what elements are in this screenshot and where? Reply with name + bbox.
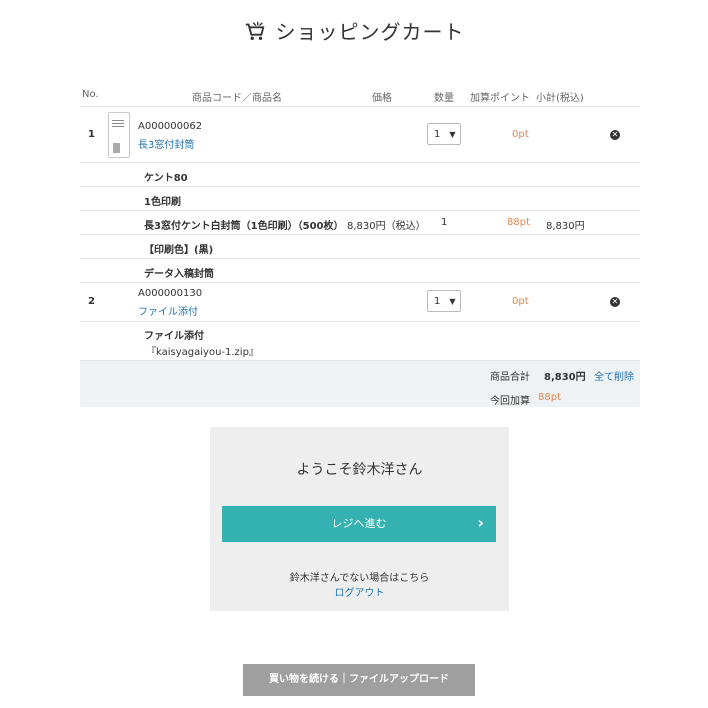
attachment-row: ファイル添付 『kaisyagaiyou-1.zip』 — [80, 322, 640, 361]
option-row: ケント80 — [80, 163, 640, 187]
option-label: 【印刷色】(黒) — [144, 245, 214, 256]
not-you-text: 鈴木洋さんでない場合はこちら — [289, 573, 430, 584]
checkout-button[interactable]: レジへ進む › — [222, 506, 496, 542]
detail-subtotal: 8,830円 — [546, 221, 585, 232]
detail-price: 8,830円（税込） — [347, 221, 426, 232]
item-points: 0pt — [512, 296, 529, 307]
cart-summary: 商品合計 8,830円 全て削除 今回加算 88pt — [80, 361, 640, 407]
table-header: No. 商品コード／商品名 価格 数量 加算ポイント 小計(税込) — [80, 84, 640, 107]
header-no: No. — [82, 89, 99, 100]
product-name-link[interactable]: 長3窓付封筒 — [138, 136, 194, 151]
detail-row: 長3窓付ケント白封筒（1色印刷）（500枚） 8,830円（税込） 1 88pt… — [80, 211, 640, 235]
logout-link[interactable]: ログアウト — [210, 584, 509, 599]
shopping-cart-icon — [245, 21, 264, 40]
option-row: データ入稿封筒 — [80, 259, 640, 283]
header-points: 加算ポイント — [470, 93, 530, 104]
header-price: 価格 — [372, 93, 392, 104]
quantity-value: 1 — [434, 295, 441, 307]
chevron-right-icon: › — [477, 513, 484, 532]
option-label: 1色印刷 — [144, 197, 181, 208]
remove-item-icon[interactable]: ✕ — [610, 297, 620, 307]
row-number: 2 — [88, 296, 95, 307]
remove-item-icon[interactable]: ✕ — [610, 130, 620, 140]
header-product: 商品コード／商品名 — [192, 93, 282, 104]
product-thumbnail — [108, 112, 130, 158]
chevron-down-icon: ▼ — [449, 296, 456, 306]
cart-table: No. 商品コード／商品名 価格 数量 加算ポイント 小計(税込) 1 A000… — [80, 84, 640, 407]
checkout-label: レジへ進む — [331, 517, 387, 530]
points-value: 88pt — [538, 392, 561, 403]
attachment-filename: 『kaisyagaiyou-1.zip』 — [146, 347, 259, 358]
option-row: 【印刷色】(黒) — [80, 235, 640, 259]
detail-points: 88pt — [507, 217, 530, 228]
continue-shopping-button[interactable]: 買い物を続ける｜ファイルアップロード — [243, 664, 475, 696]
quantity-select[interactable]: 1 ▼ — [427, 290, 461, 312]
header-qty: 数量 — [434, 93, 454, 104]
points-label: 今回加算 — [490, 396, 530, 407]
item-points: 0pt — [512, 129, 529, 140]
table-row: 2 A000000130 ファイル添付 1 ▼ 0pt ✕ — [80, 283, 640, 322]
option-row: 1色印刷 — [80, 187, 640, 211]
detail-name: 長3窓付ケント白封筒（1色印刷）（500枚） — [144, 221, 344, 232]
quantity-value: 1 — [434, 128, 441, 140]
product-code: A000000062 — [138, 121, 203, 132]
product-code: A000000130 — [138, 288, 203, 299]
option-label: ケント80 — [144, 173, 188, 184]
page-title-text: ショッピングカート — [275, 20, 465, 44]
attachment-label: ファイル添付 — [144, 331, 204, 342]
delete-all-link[interactable]: 全て削除 — [594, 368, 634, 383]
page-title: ショッピングカート — [0, 16, 708, 45]
quantity-select[interactable]: 1 ▼ — [427, 123, 461, 145]
detail-qty: 1 — [441, 217, 448, 228]
product-name-link[interactable]: ファイル添付 — [138, 303, 198, 318]
login-panel: ようこそ鈴木洋さん レジへ進む › 鈴木洋さんでない場合はこちら ログアウト — [210, 427, 509, 611]
header-subtotal: 小計(税込) — [536, 93, 584, 104]
table-row: 1 A000000062 長3窓付封筒 1 ▼ 0pt ✕ — [80, 107, 640, 163]
chevron-down-icon: ▼ — [449, 129, 456, 139]
welcome-message: ようこそ鈴木洋さん — [296, 462, 423, 478]
total-label: 商品合計 — [490, 372, 530, 383]
row-number: 1 — [88, 129, 95, 140]
option-label: データ入稿封筒 — [144, 269, 214, 280]
total-value: 8,830円 — [544, 372, 586, 383]
